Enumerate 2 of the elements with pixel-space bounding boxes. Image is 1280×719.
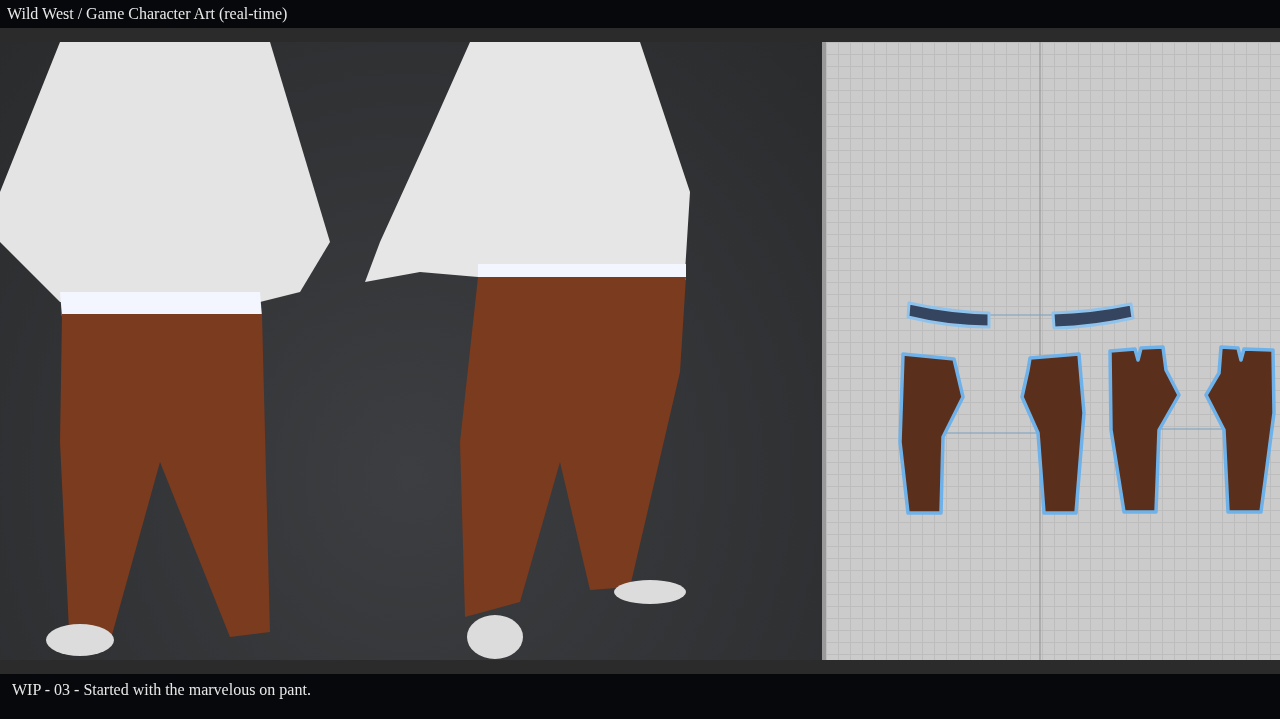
- page-title: Wild West / Game Character Art (real-time): [7, 5, 288, 23]
- caption-text: WIP - 03 - Started with the marvelous on pant.: [12, 680, 311, 699]
